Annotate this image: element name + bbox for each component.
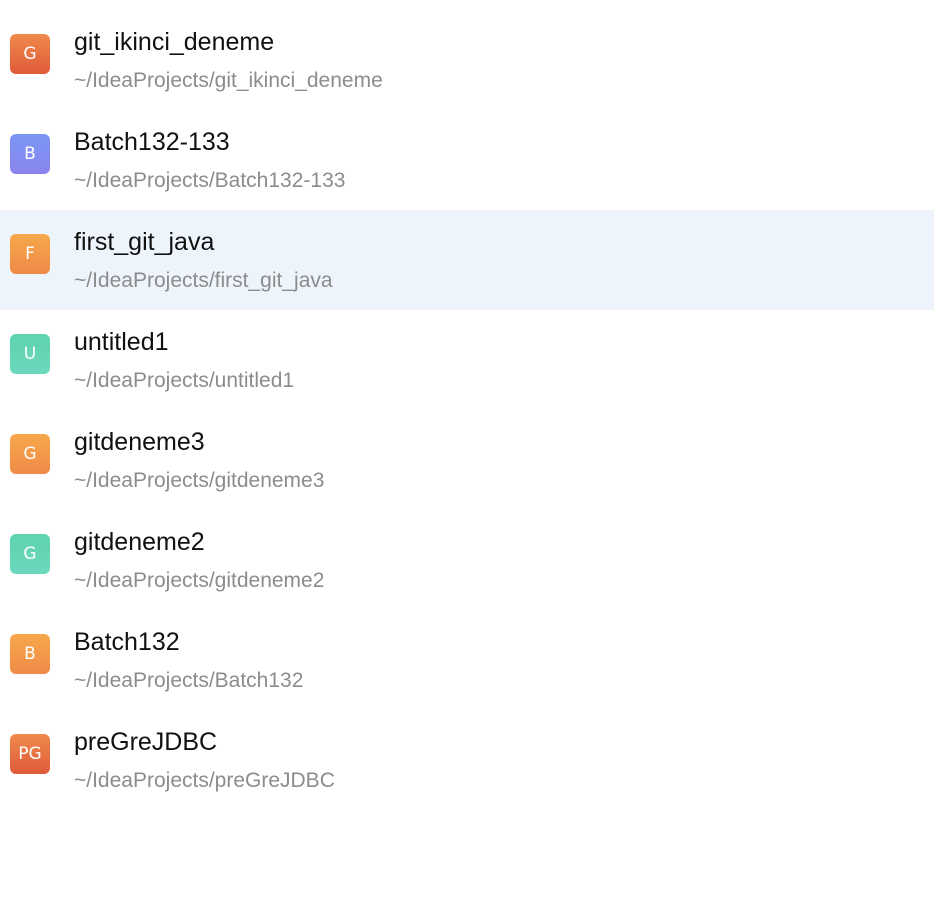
recent-projects-list: G git_ikinci_deneme ~/IdeaProjects/git_i… <box>0 10 934 810</box>
project-icon: PG <box>10 734 50 774</box>
project-row-first-git-java[interactable]: F first_git_java ~/IdeaProjects/first_gi… <box>0 210 934 310</box>
project-icon: G <box>10 534 50 574</box>
project-name: git_ikinci_deneme <box>74 28 275 56</box>
project-name: untitled1 <box>74 328 169 356</box>
project-path: ~/IdeaProjects/first_git_java <box>74 269 333 292</box>
project-row-pregrejdbc[interactable]: PG preGreJDBC ~/IdeaProjects/preGreJDBC <box>0 710 934 810</box>
project-name: preGreJDBC <box>74 728 218 756</box>
project-icon: B <box>10 634 50 674</box>
project-row-batch132-133[interactable]: B Batch132-133 ~/IdeaProjects/Batch132-1… <box>0 110 934 210</box>
project-icon: G <box>10 34 50 74</box>
project-path: ~/IdeaProjects/untitled1 <box>74 369 295 392</box>
project-name: Batch132 <box>74 628 180 656</box>
project-name: gitdeneme3 <box>74 428 205 456</box>
project-path: ~/IdeaProjects/gitdeneme3 <box>74 469 325 492</box>
project-icon: B <box>10 134 50 174</box>
project-path: ~/IdeaProjects/Batch132-133 <box>74 169 346 192</box>
project-icon: F <box>10 234 50 274</box>
project-row-untitled1[interactable]: U untitled1 ~/IdeaProjects/untitled1 <box>0 310 934 410</box>
project-icon: U <box>10 334 50 374</box>
project-path: ~/IdeaProjects/Batch132 <box>74 669 304 692</box>
project-path: ~/IdeaProjects/git_ikinci_deneme <box>74 69 383 92</box>
project-icon: G <box>10 434 50 474</box>
project-row-git-ikinci-deneme[interactable]: G git_ikinci_deneme ~/IdeaProjects/git_i… <box>0 10 934 110</box>
project-name: Batch132-133 <box>74 128 230 156</box>
project-row-batch132[interactable]: B Batch132 ~/IdeaProjects/Batch132 <box>0 610 934 710</box>
project-name: gitdeneme2 <box>74 528 205 556</box>
project-row-gitdeneme2[interactable]: G gitdeneme2 ~/IdeaProjects/gitdeneme2 <box>0 510 934 610</box>
project-row-gitdeneme3[interactable]: G gitdeneme3 ~/IdeaProjects/gitdeneme3 <box>0 410 934 510</box>
project-path: ~/IdeaProjects/preGreJDBC <box>74 769 335 792</box>
project-path: ~/IdeaProjects/gitdeneme2 <box>74 569 325 592</box>
project-name: first_git_java <box>74 228 215 256</box>
